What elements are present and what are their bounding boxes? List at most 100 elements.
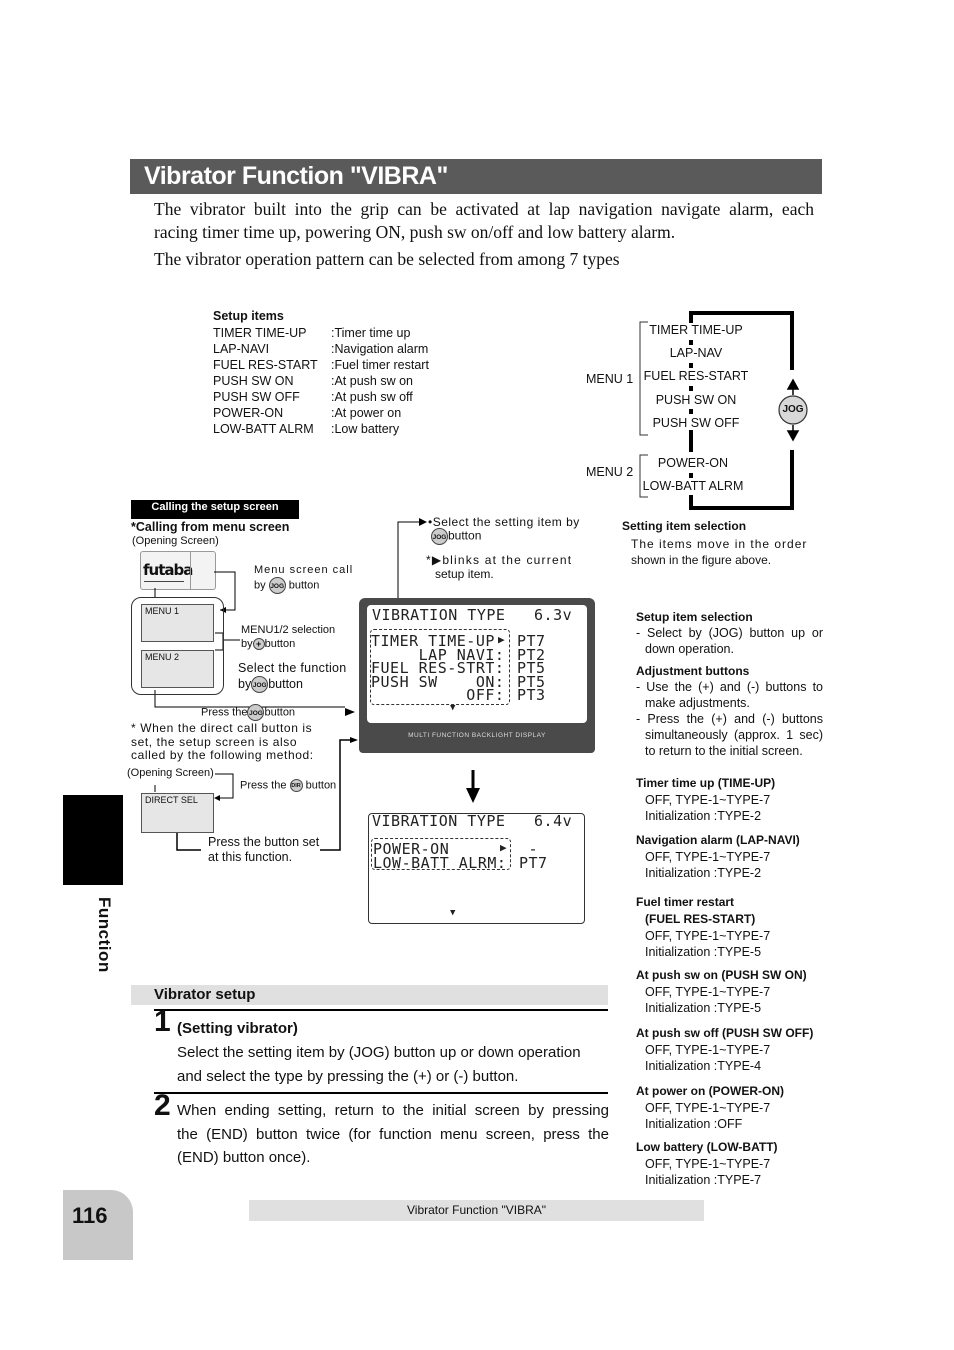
- step-1-text: Select the setting item by (JOG) button …: [177, 1041, 609, 1088]
- jog-button-icon: JOG: [268, 577, 286, 594]
- lcd-row-value: PT7: [519, 853, 548, 872]
- blink-note: *▶blinks at the current: [426, 553, 572, 567]
- button-text: button: [264, 706, 296, 719]
- param-init: Initialization :TYPE-5: [645, 945, 762, 959]
- step-2-text: When ending setting, return to the initi…: [177, 1099, 609, 1170]
- by-text: by: [238, 676, 252, 691]
- setup-item-desc: :At power on: [331, 406, 402, 420]
- press-button-set-text: Press the button set at this function.: [208, 835, 319, 865]
- text-line: the (END) button twice (for function men…: [177, 1125, 609, 1143]
- setup-item-row: POWER-ON :At power on: [213, 406, 429, 422]
- button-text: button: [264, 638, 296, 650]
- menu1-item: FUEL RES-START: [643, 369, 749, 383]
- menu-selection-by: by + button: [241, 638, 296, 651]
- param-range: OFF, TYPE-1~TYPE-7: [645, 1043, 771, 1057]
- param-heading: At push sw on (PUSH SW ON): [636, 968, 807, 982]
- param-range: OFF, TYPE-1~TYPE-7: [645, 793, 771, 807]
- menu1-item: TIMER TIME-UP: [649, 323, 743, 337]
- param-heading: At push sw off (PUSH SW OFF): [636, 1026, 814, 1040]
- select-function-by: by JOG button: [238, 676, 303, 693]
- button-text: button: [448, 528, 482, 543]
- divider: [154, 1009, 608, 1011]
- menu1-screen: MENU 1: [141, 604, 214, 642]
- menu1-label: MENU 1: [586, 372, 634, 386]
- menu1-item: PUSH SW ON: [655, 393, 737, 407]
- by-text: by: [241, 638, 253, 650]
- button-text: button: [288, 579, 320, 592]
- text-line: at this function.: [208, 850, 293, 864]
- setting-item-selection-note: Setting item selection The items move in…: [622, 518, 827, 568]
- menu2-item: POWER-ON: [657, 456, 729, 470]
- note-heading: Adjustment buttons: [636, 664, 750, 678]
- setup-item-key: PUSH SW OFF: [213, 390, 300, 404]
- page-title: Vibrator Function "VIBRA": [144, 162, 448, 190]
- setup-item-desc: :Low battery: [331, 422, 400, 436]
- param-range: OFF, TYPE-1~TYPE-7: [645, 1157, 771, 1171]
- lcd-row-value: PT3: [517, 686, 546, 704]
- cursor-triangle-icon: ▶: [500, 841, 507, 854]
- setup-item-desc: :At push sw off: [331, 390, 413, 404]
- opening-screen-label: (Opening Screen): [132, 535, 219, 547]
- calling-setup-tag: Calling the setup screen: [131, 500, 299, 519]
- setup-item-desc: :At push sw on: [331, 374, 413, 388]
- param-heading: Fuel timer restart: [636, 895, 735, 909]
- calling-from-menu-heading: *Calling from menu screen: [131, 520, 290, 534]
- note-text: - Use the (+) and (-) buttons to make ad…: [636, 680, 823, 710]
- param-init: Initialization :TYPE-7: [645, 1173, 762, 1187]
- lcd-header: VIBRATION TYPE 6.4v: [372, 812, 573, 830]
- step-1-number: 1: [154, 1005, 171, 1038]
- intro-paragraph: The vibrator built into the grip can be …: [154, 198, 814, 271]
- vibration-param: At push sw on (PUSH SW ON) OFF, TYPE-1~TY…: [636, 967, 831, 1016]
- note-text: shown in the figure above.: [631, 553, 772, 567]
- text-line: When ending setting, return to the initi…: [177, 1102, 609, 1119]
- setup-item-row: LOW-BATT ALRM :Low battery: [213, 422, 429, 438]
- setup-item-row: PUSH SW ON:At push sw on: [213, 374, 429, 390]
- intro-line: The vibrator built into the grip can be …: [154, 199, 814, 219]
- text-line: and select the type by pressing the (+) …: [177, 1067, 519, 1085]
- divider: [154, 1092, 608, 1094]
- step-1-title: (Setting vibrator): [177, 1020, 298, 1037]
- vibrator-setup-bar: Vibrator setup: [131, 985, 608, 1005]
- vibration-param: At push sw off (PUSH SW OFF) OFF, TYPE-1~…: [636, 1025, 831, 1074]
- setup-item-key: LOW-BATT ALRM: [213, 422, 314, 436]
- arrow-down-icon: [786, 425, 800, 442]
- param-range: OFF, TYPE-1~TYPE-7: [645, 985, 771, 999]
- vibration-param: Timer time up (TIME-UP) OFF, TYPE-1~TYPE-…: [636, 775, 831, 824]
- note-heading: Setting item selection: [622, 519, 747, 533]
- menu-call-by: by JOG button: [254, 577, 319, 594]
- jog-button-icon: JOG: [431, 528, 448, 545]
- menu-selection-text: MENU1/2 selection: [241, 624, 336, 636]
- setup-item-key: TIMER TIME-UP: [213, 326, 307, 340]
- lcd-row-label: LOW-BATT ALRM:: [373, 853, 507, 872]
- param-heading: Timer time up (TIME-UP): [636, 776, 776, 790]
- jog-label: JOG: [782, 404, 804, 415]
- text-line: Select the setting item by (JOG) button …: [177, 1044, 581, 1061]
- param-init: Initialization :TYPE-2: [645, 866, 762, 880]
- press-jog-text: Press the JOG button: [201, 704, 295, 721]
- running-footer: Vibrator Function "VIBRA": [249, 1200, 704, 1221]
- param-range: OFF, TYPE-1~TYPE-7: [645, 850, 771, 864]
- lcd-screen-2: VIBRATION TYPE 6.4v POWER-ON - ▶ LOW-BATT …: [368, 813, 585, 924]
- section-title-bar: Vibrator Function "VIBRA": [130, 159, 822, 194]
- opening-screen-label-2: (Opening Screen): [127, 767, 214, 779]
- param-init: Initialization :OFF: [645, 1117, 743, 1131]
- setup-item-key: FUEL RES-START: [213, 358, 318, 372]
- note-text: - Press the (+) and (-) buttons simultan…: [636, 712, 823, 758]
- setup-item-key: POWER-ON: [213, 406, 284, 420]
- page-number: 116: [72, 1203, 108, 1228]
- intro-line: racing timer time up, powering ON, push …: [154, 222, 676, 242]
- setup-item-row: PUSH SW OFF :At push sw off: [213, 390, 429, 406]
- direct-sel-screen: DIRECT SEL: [141, 793, 214, 833]
- jog-button-icon: JOG: [251, 676, 269, 693]
- step-2-number: 2: [154, 1089, 171, 1122]
- setup-item-desc: :Navigation alarm: [331, 342, 429, 356]
- param-init: Initialization :TYPE-4: [645, 1059, 762, 1073]
- setup-items-heading: Setup items: [213, 309, 284, 323]
- arrow-up-icon: [786, 378, 800, 395]
- setup-item-desc: :Fuel timer restart: [331, 358, 429, 372]
- param-heading-2: (FUEL RES-START): [645, 912, 756, 926]
- param-heading: Low battery (LOW-BATT): [636, 1140, 778, 1154]
- jog-button-icon: JOG: [247, 704, 265, 721]
- arrow-down-icon: [466, 770, 480, 803]
- section-heading: Vibrator setup: [154, 986, 256, 1003]
